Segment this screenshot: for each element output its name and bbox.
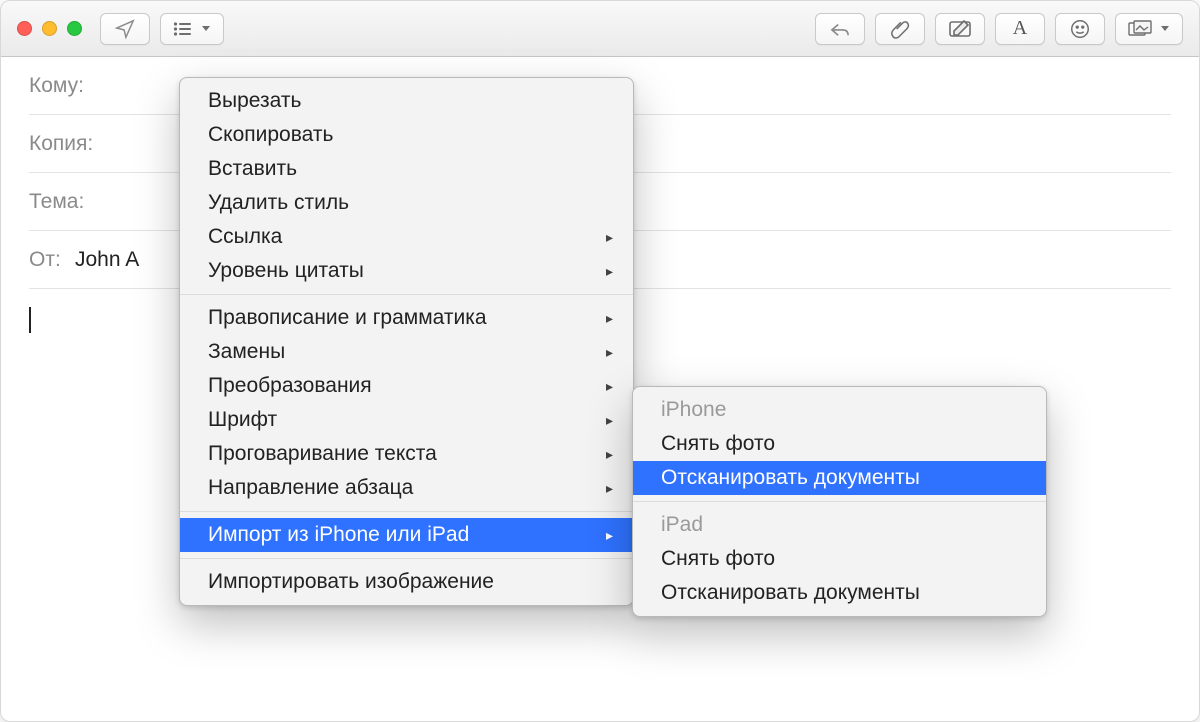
context-menu: Вырезать Скопировать Вставить Удалить ст… [179, 77, 634, 606]
close-window-button[interactable] [17, 21, 32, 36]
menu-separator [180, 294, 633, 295]
send-button[interactable] [100, 13, 150, 45]
submenu-header-iphone: iPhone [633, 393, 1046, 427]
menu-item-font[interactable]: Шрифт [180, 403, 633, 437]
submenu-arrow-icon [606, 310, 613, 327]
from-value: John A [75, 248, 139, 272]
menu-item-label: Вставить [208, 157, 297, 181]
menu-separator [180, 511, 633, 512]
list-bullet-icon [173, 21, 193, 37]
menu-item-label: Импорт из iPhone или iPad [208, 523, 469, 547]
menu-item-link[interactable]: Ссылка [180, 220, 633, 254]
format-button[interactable]: A [995, 13, 1045, 45]
submenu-arrow-icon [606, 480, 613, 497]
menu-item-label: Вырезать [208, 89, 301, 113]
menu-item-import-image[interactable]: Импортировать изображение [180, 565, 633, 599]
menu-item-label: Ссылка [208, 225, 282, 249]
menu-item-label: Проговаривание текста [208, 442, 437, 466]
mail-compose-window: A Кому: Копия: Тема: [0, 0, 1200, 722]
from-label: От: [29, 248, 69, 272]
zoom-window-button[interactable] [67, 21, 82, 36]
menu-item-label: Снять фото [661, 547, 775, 571]
menu-item-label: Отсканировать документы [661, 581, 920, 605]
reply-button[interactable] [815, 13, 865, 45]
menu-item-label: Уровень цитаты [208, 259, 364, 283]
menu-item-label: Правописание и грамматика [208, 306, 487, 330]
menu-item-label: Шрифт [208, 408, 277, 432]
submenu-item-ipad-take-photo[interactable]: Снять фото [633, 542, 1046, 576]
submenu-arrow-icon [606, 263, 613, 280]
submenu-item-iphone-take-photo[interactable]: Снять фото [633, 427, 1046, 461]
submenu-arrow-icon [606, 527, 613, 544]
to-label: Кому: [29, 74, 109, 98]
paper-plane-icon [114, 18, 136, 40]
header-fields-button[interactable] [160, 13, 224, 45]
menu-item-label: Замены [208, 340, 285, 364]
menu-item-transformations[interactable]: Преобразования [180, 369, 633, 403]
submenu-item-iphone-scan-documents[interactable]: Отсканировать документы [633, 461, 1046, 495]
submenu-header-label: iPhone [661, 398, 726, 422]
text-cursor [29, 307, 31, 333]
cc-label: Копия: [29, 132, 109, 156]
menu-separator [180, 558, 633, 559]
menu-item-label: Направление абзаца [208, 476, 413, 500]
submenu-item-ipad-scan-documents[interactable]: Отсканировать документы [633, 576, 1046, 610]
titlebar: A [1, 1, 1199, 57]
minimize-window-button[interactable] [42, 21, 57, 36]
menu-item-paragraph-direction[interactable]: Направление абзаца [180, 471, 633, 505]
reply-arrow-icon [829, 20, 851, 38]
photos-icon [1128, 20, 1152, 38]
menu-item-label: Импортировать изображение [208, 570, 494, 594]
attach-button[interactable] [875, 13, 925, 45]
submenu-arrow-icon [606, 344, 613, 361]
menu-item-label: Скопировать [208, 123, 333, 147]
submenu-arrow-icon [606, 378, 613, 395]
chevron-down-icon [201, 25, 211, 33]
submenu-arrow-icon [606, 229, 613, 246]
submenu-header-label: iPad [661, 513, 703, 537]
menu-separator [633, 501, 1046, 502]
menu-item-substitutions[interactable]: Замены [180, 335, 633, 369]
subject-label: Тема: [29, 190, 109, 214]
menu-item-speech[interactable]: Проговаривание текста [180, 437, 633, 471]
menu-item-quote-level[interactable]: Уровень цитаты [180, 254, 633, 288]
photo-browser-button[interactable] [1115, 13, 1183, 45]
window-controls [17, 21, 82, 36]
submenu-arrow-icon [606, 446, 613, 463]
submenu-header-ipad: iPad [633, 508, 1046, 542]
emoji-button[interactable] [1055, 13, 1105, 45]
markup-button[interactable] [935, 13, 985, 45]
smiley-icon [1069, 18, 1091, 40]
menu-item-copy[interactable]: Скопировать [180, 118, 633, 152]
format-a-icon: A [1013, 17, 1027, 40]
menu-item-label: Отсканировать документы [661, 466, 920, 490]
submenu-arrow-icon [606, 412, 613, 429]
menu-item-cut[interactable]: Вырезать [180, 84, 633, 118]
menu-item-label: Преобразования [208, 374, 372, 398]
menu-item-label: Удалить стиль [208, 191, 349, 215]
paperclip-icon [890, 18, 910, 40]
menu-item-spelling[interactable]: Правописание и грамматика [180, 301, 633, 335]
import-submenu: iPhone Снять фото Отсканировать документ… [632, 386, 1047, 617]
menu-item-paste[interactable]: Вставить [180, 152, 633, 186]
menu-item-label: Снять фото [661, 432, 775, 456]
menu-item-remove-style[interactable]: Удалить стиль [180, 186, 633, 220]
markup-icon [948, 19, 972, 39]
menu-item-import-from-device[interactable]: Импорт из iPhone или iPad [180, 518, 633, 552]
chevron-down-icon [1160, 25, 1170, 33]
